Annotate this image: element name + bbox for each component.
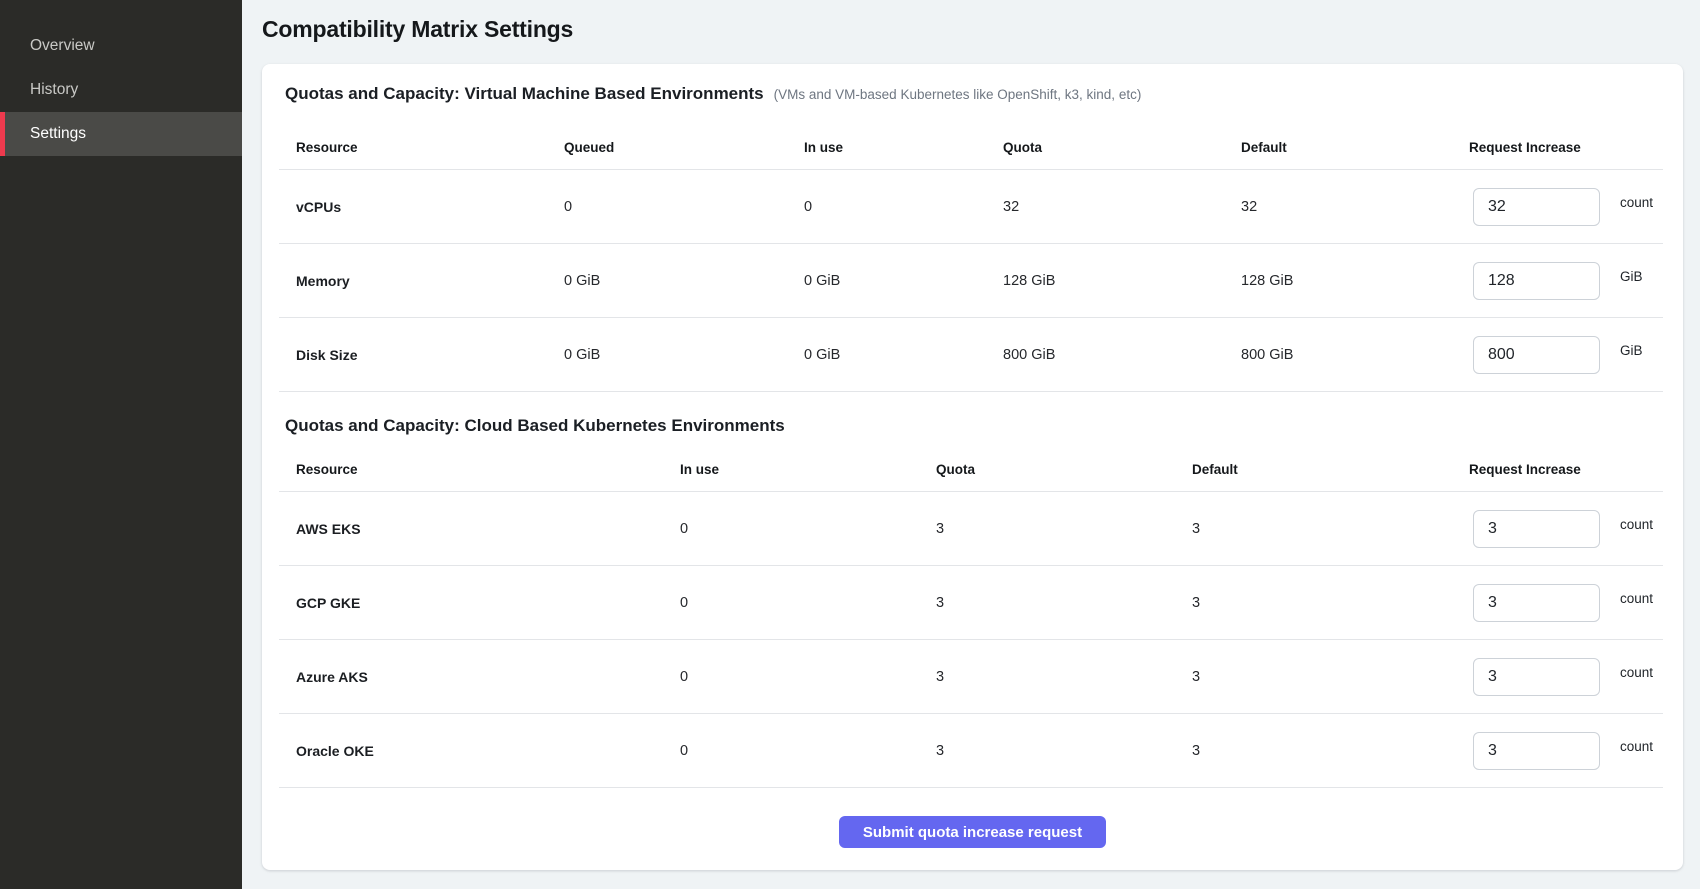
cloud-section-header: Quotas and Capacity: Cloud Based Kuberne… xyxy=(262,392,1683,436)
resource-cell: Memory xyxy=(279,273,564,289)
table-row: GCP GKE033count xyxy=(279,566,1663,640)
column-header: Default xyxy=(1241,140,1469,169)
column-header: Queued xyxy=(564,140,804,169)
quota-cell: 3 xyxy=(936,743,1192,759)
quota-cell: 32 xyxy=(1003,199,1241,215)
in-use-cell: 0 xyxy=(804,199,1003,215)
quota-cell: 3 xyxy=(936,669,1192,685)
in-use-cell: 0 xyxy=(680,669,936,685)
default-cell: 3 xyxy=(1192,669,1469,685)
column-header: Default xyxy=(1192,462,1469,491)
default-cell: 32 xyxy=(1241,199,1469,215)
request-increase-cell: count xyxy=(1469,188,1663,226)
column-header: Request Increase xyxy=(1469,462,1663,491)
cloud-section-title: Quotas and Capacity: Cloud Based Kuberne… xyxy=(285,416,785,436)
column-header: Request Increase xyxy=(1469,140,1663,169)
vm-section-header: Quotas and Capacity: Virtual Machine Bas… xyxy=(262,64,1683,104)
default-cell: 3 xyxy=(1192,743,1469,759)
unit-label: count xyxy=(1620,739,1653,754)
column-header: Resource xyxy=(279,140,564,169)
request-increase-cell: count xyxy=(1469,510,1663,548)
column-header: In use xyxy=(804,140,1003,169)
in-use-cell: 0 xyxy=(680,743,936,759)
sidebar-nav: OverviewHistorySettings xyxy=(0,24,242,156)
resource-cell: Azure AKS xyxy=(279,669,680,685)
table-header-row: ResourceIn useQuotaDefaultRequest Increa… xyxy=(279,436,1663,492)
column-header: In use xyxy=(680,462,936,491)
table-row: Azure AKS033count xyxy=(279,640,1663,714)
resource-cell: vCPUs xyxy=(279,199,564,215)
resource-cell: AWS EKS xyxy=(279,521,680,537)
request-increase-cell: count xyxy=(1469,658,1663,696)
column-header: Quota xyxy=(936,462,1192,491)
table-header-row: ResourceQueuedIn useQuotaDefaultRequest … xyxy=(279,104,1663,170)
unit-label: GiB xyxy=(1620,269,1643,284)
request-increase-cell: count xyxy=(1469,732,1663,770)
submit-quota-button[interactable]: Submit quota increase request xyxy=(839,816,1106,848)
default-cell: 128 GiB xyxy=(1241,273,1469,289)
unit-label: count xyxy=(1620,591,1653,606)
queued-cell: 0 xyxy=(564,199,804,215)
request-increase-input[interactable] xyxy=(1473,510,1600,548)
resource-cell: Oracle OKE xyxy=(279,743,680,759)
in-use-cell: 0 xyxy=(680,521,936,537)
default-cell: 800 GiB xyxy=(1241,347,1469,363)
quota-cell: 3 xyxy=(936,521,1192,537)
resource-cell: Disk Size xyxy=(279,347,564,363)
in-use-cell: 0 GiB xyxy=(804,273,1003,289)
quota-cell: 3 xyxy=(936,595,1192,611)
in-use-cell: 0 xyxy=(680,595,936,611)
default-cell: 3 xyxy=(1192,595,1469,611)
unit-label: count xyxy=(1620,665,1653,680)
resource-cell: GCP GKE xyxy=(279,595,680,611)
cloud-quota-table: ResourceIn useQuotaDefaultRequest Increa… xyxy=(279,436,1663,788)
vm-section-subtitle: (VMs and VM-based Kubernetes like OpenSh… xyxy=(774,87,1142,102)
sidebar-item-overview[interactable]: Overview xyxy=(0,24,242,68)
vm-quota-table: ResourceQueuedIn useQuotaDefaultRequest … xyxy=(279,104,1663,392)
quota-cell: 800 GiB xyxy=(1003,347,1241,363)
unit-label: count xyxy=(1620,195,1653,210)
page-title: Compatibility Matrix Settings xyxy=(262,14,1683,44)
request-increase-input[interactable] xyxy=(1473,188,1600,226)
request-increase-input[interactable] xyxy=(1473,336,1600,374)
main-content: Compatibility Matrix Settings Quotas and… xyxy=(242,0,1700,889)
request-increase-cell: count xyxy=(1469,584,1663,622)
column-header: Quota xyxy=(1003,140,1241,169)
table-row: Oracle OKE033count xyxy=(279,714,1663,788)
table-row: Memory0 GiB0 GiB128 GiB128 GiBGiB xyxy=(279,244,1663,318)
unit-label: count xyxy=(1620,517,1653,532)
settings-card: Quotas and Capacity: Virtual Machine Bas… xyxy=(262,64,1683,870)
column-header: Resource xyxy=(279,462,680,491)
queued-cell: 0 GiB xyxy=(564,273,804,289)
sidebar: OverviewHistorySettings xyxy=(0,0,242,889)
request-increase-cell: GiB xyxy=(1469,262,1663,300)
button-row: Submit quota increase request xyxy=(262,816,1683,848)
request-increase-input[interactable] xyxy=(1473,584,1600,622)
request-increase-input[interactable] xyxy=(1473,732,1600,770)
default-cell: 3 xyxy=(1192,521,1469,537)
table-row: AWS EKS033count xyxy=(279,492,1663,566)
table-row: Disk Size0 GiB0 GiB800 GiB800 GiBGiB xyxy=(279,318,1663,392)
request-increase-input[interactable] xyxy=(1473,262,1600,300)
request-increase-input[interactable] xyxy=(1473,658,1600,696)
queued-cell: 0 GiB xyxy=(564,347,804,363)
unit-label: GiB xyxy=(1620,343,1643,358)
table-row: vCPUs003232count xyxy=(279,170,1663,244)
vm-section-title: Quotas and Capacity: Virtual Machine Bas… xyxy=(285,84,764,104)
quota-cell: 128 GiB xyxy=(1003,273,1241,289)
sidebar-item-history[interactable]: History xyxy=(0,68,242,112)
sidebar-item-settings[interactable]: Settings xyxy=(0,112,242,156)
in-use-cell: 0 GiB xyxy=(804,347,1003,363)
request-increase-cell: GiB xyxy=(1469,336,1663,374)
